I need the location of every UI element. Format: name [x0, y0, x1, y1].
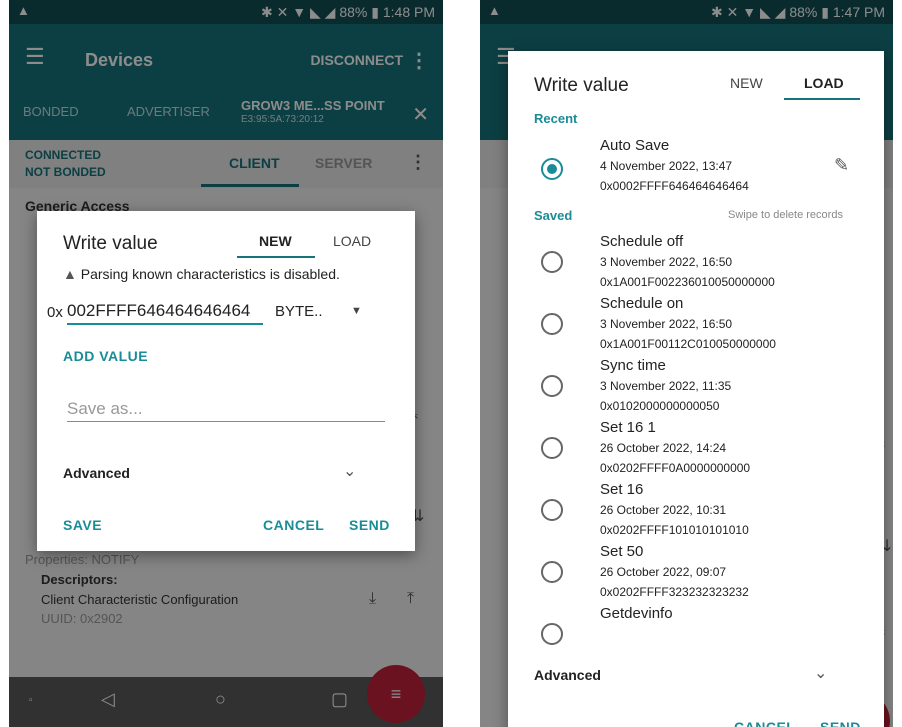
- left-phone-screen: ▲ ✱ ✕ ▼ ◣ ◢ 88% ▮ 1:48 PM ☰ Devices DISC…: [9, 0, 443, 727]
- right-phone-screen: ▲ ✱ ✕ ▼ ◣ ◢ 88% ▮ 1:47 PM ☰ ⋮ ✕ ⤒ ⇊ ⤒ ≡ …: [480, 0, 893, 727]
- write-value-dialog: Write value NEW LOAD ▲ Parsing known cha…: [37, 211, 415, 551]
- record-name: Set 16 1: [600, 419, 656, 436]
- record-date: 4 November 2022, 13:47: [600, 159, 733, 173]
- record-value: 0x0002FFFF646464646464: [600, 179, 749, 193]
- cancel-button[interactable]: CANCEL: [263, 517, 324, 533]
- hex-input-underline: [67, 323, 263, 325]
- recent-radio[interactable]: [541, 158, 563, 180]
- record-name: Set 50: [600, 543, 644, 560]
- record-date: 26 October 2022, 09:07: [600, 565, 727, 579]
- tab-load[interactable]: LOAD: [804, 75, 844, 91]
- record-name: Auto Save: [600, 137, 670, 154]
- save-as-underline: [67, 421, 385, 422]
- send-button[interactable]: SEND: [349, 517, 390, 533]
- format-dropdown-icon[interactable]: ▼: [351, 305, 362, 317]
- record-value: 0x0202FFFF0A0000000000: [600, 461, 751, 475]
- chevron-down-icon[interactable]: ⌄: [814, 663, 827, 683]
- record-value: 0x1A001F002236010050000000: [600, 275, 775, 289]
- tab-new[interactable]: NEW: [730, 75, 763, 91]
- record-radio[interactable]: [541, 313, 563, 335]
- write-value-dialog: Write value NEW LOAD Recent Auto Save 4 …: [508, 51, 884, 727]
- save-button[interactable]: SAVE: [63, 517, 102, 533]
- record-radio[interactable]: [541, 499, 563, 521]
- add-value-button[interactable]: ADD VALUE: [63, 348, 148, 364]
- record-radio[interactable]: [541, 375, 563, 397]
- record-name: Schedule off: [600, 233, 684, 250]
- record-value: 0x1A001F00112C010050000000: [600, 337, 776, 351]
- record-radio[interactable]: [541, 251, 563, 273]
- swipe-hint: Swipe to delete records: [728, 209, 843, 221]
- record-date: 3 November 2022, 16:50: [600, 317, 733, 331]
- load-tab-indicator: [784, 98, 860, 100]
- record-name: Sync time: [600, 357, 666, 374]
- record-value: 0x0202FFFF101010101010: [600, 523, 749, 537]
- chevron-down-icon[interactable]: ⌄: [343, 461, 356, 481]
- record-radio[interactable]: [541, 437, 563, 459]
- warning-icon: ▲: [63, 266, 77, 282]
- record-radio[interactable]: [541, 623, 563, 645]
- dialog-footer: Advanced ⌄ CANCEL SEND: [508, 651, 884, 727]
- record-value: 0x0202FFFF323232323232: [600, 585, 749, 599]
- hex-prefix: 0x: [47, 304, 63, 321]
- save-as-input[interactable]: Save as...: [67, 399, 143, 419]
- record-name: Schedule on: [600, 295, 684, 312]
- format-select[interactable]: BYTE..: [275, 303, 323, 320]
- saved-section-label: Saved: [534, 208, 573, 223]
- cancel-button[interactable]: CANCEL: [734, 719, 795, 727]
- advanced-section[interactable]: Advanced: [534, 667, 601, 683]
- edit-pencil-icon[interactable]: ✎: [834, 155, 849, 176]
- record-date: 26 October 2022, 10:31: [600, 503, 727, 517]
- record-name: Getdevinfo: [600, 605, 673, 622]
- dialog-title: Write value: [534, 75, 629, 96]
- recent-section-label: Recent: [534, 111, 578, 126]
- record-value: 0x0102000000000050: [600, 399, 720, 413]
- record-name: Set 16: [600, 481, 644, 498]
- tab-load[interactable]: LOAD: [333, 233, 371, 249]
- send-button[interactable]: SEND: [820, 719, 861, 727]
- record-date: 3 November 2022, 11:35: [600, 379, 732, 393]
- advanced-section[interactable]: Advanced: [63, 465, 130, 481]
- record-date: 26 October 2022, 14:24: [600, 441, 727, 455]
- hex-value-input[interactable]: 002FFFF646464646464: [67, 301, 263, 321]
- record-radio[interactable]: [541, 561, 563, 583]
- new-tab-indicator: [237, 256, 315, 258]
- tab-new[interactable]: NEW: [259, 233, 292, 249]
- dialog-title: Write value: [63, 233, 158, 254]
- parsing-warning: ▲ Parsing known characteristics is disab…: [63, 266, 340, 282]
- record-date: 3 November 2022, 16:50: [600, 255, 733, 269]
